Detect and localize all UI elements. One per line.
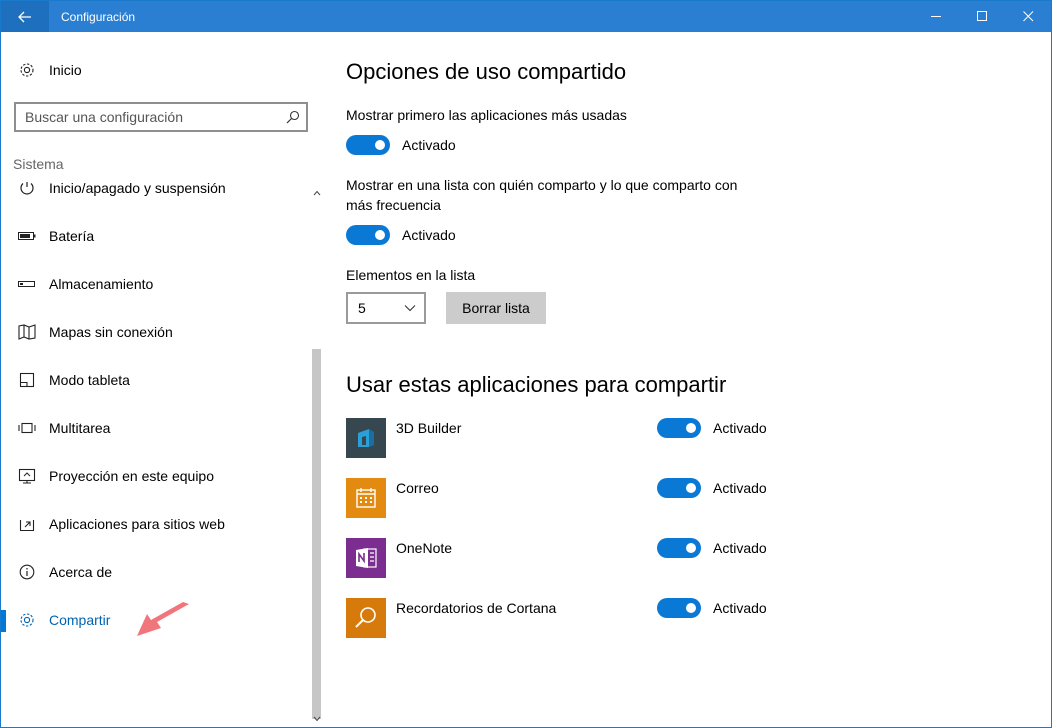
info-icon [18,563,36,581]
main-content: Opciones de uso compartido Mostrar prime… [324,32,1051,727]
multitask-icon [18,419,36,437]
toggle-knob [686,543,696,553]
sidebar-item-tablet-mode[interactable]: Modo tableta [1,360,311,400]
cortana-search-icon [355,607,376,628]
app-tile-mail [346,478,386,518]
chevron-up-icon [313,190,321,196]
app-toggle-mail[interactable] [657,478,701,498]
sidebar-nav-list: Inicio/apagado y suspensión Batería Alma… [1,182,311,727]
3d-builder-icon [358,429,374,447]
sidebar-item-label: Inicio/apagado y suspensión [49,182,226,196]
search-input[interactable] [25,109,275,125]
minimize-button[interactable] [913,1,959,32]
option1-toggle[interactable] [346,135,390,155]
sidebar-item-about[interactable]: Acerca de [1,552,311,592]
mail-calendar-icon [356,488,376,508]
close-icon [1022,11,1033,22]
sidebar-item-power[interactable]: Inicio/apagado y suspensión [1,182,311,208]
sidebar-item-label: Acerca de [49,564,113,580]
sidebar-item-storage[interactable]: Almacenamiento [1,264,311,304]
app-toggle-cortana-reminders[interactable] [657,598,701,618]
section-title-system: Sistema [13,156,64,172]
sidebar-item-battery[interactable]: Batería [1,216,311,256]
selection-indicator [1,610,6,632]
maximize-button[interactable] [959,1,1005,32]
storage-icon [18,275,36,293]
search-icon[interactable] [286,110,300,124]
toggle-knob [686,483,696,493]
sidebar-item-projection[interactable]: Proyección en este equipo [1,456,311,496]
sidebar-item-label: Mapas sin conexión [49,324,173,340]
maximize-icon [976,11,987,21]
list-items-value: 5 [358,300,366,316]
app-tile-3d-builder [346,418,386,458]
chevron-down-icon [313,716,321,722]
list-items-label: Elementos en la lista [346,267,476,283]
power-icon [18,182,36,197]
app-name-3d-builder: 3D Builder [396,420,462,436]
app-state-cortana-reminders: Activado [713,600,767,616]
option2-label-line2: más frecuencia [346,197,441,213]
onenote-icon [356,548,377,568]
app-state-3d-builder: Activado [713,420,767,436]
minimize-icon [930,16,941,17]
toggle-knob [686,423,696,433]
sidebar-item-web-apps[interactable]: Aplicaciones para sitios web [1,504,311,544]
sidebar-scrollbar[interactable] [310,32,324,727]
sidebar-item-multitasking[interactable]: Multitarea [1,408,311,448]
title-bar: Configuración [1,1,1051,32]
option1-state: Activado [402,137,456,153]
sidebar-item-label: Multitarea [49,420,111,436]
app-name-cortana-reminders: Recordatorios de Cortana [396,600,557,616]
battery-icon [18,227,36,245]
gear-icon [18,61,36,79]
app-name-onenote: OneNote [396,540,453,556]
sidebar-item-home[interactable]: Inicio [1,54,311,86]
toggle-knob [686,603,696,613]
scroll-down-button[interactable] [310,712,324,726]
scroll-thumb[interactable] [312,349,321,719]
search-box[interactable] [14,102,308,132]
sidebar-item-label: Modo tableta [49,372,130,388]
toggle-knob [375,140,385,150]
back-button[interactable] [1,1,49,32]
app-toggle-3d-builder[interactable] [657,418,701,438]
app-tile-onenote [346,538,386,578]
app-name-mail: Correo [396,480,439,496]
sidebar-item-offline-maps[interactable]: Mapas sin conexión [1,312,311,352]
app-toggle-onenote[interactable] [657,538,701,558]
gear-icon [18,611,36,629]
toggle-knob [375,230,385,240]
section-title-share-apps: Usar estas aplicaciones para compartir [346,372,727,397]
window-controls [913,1,1051,32]
sidebar-item-label: Proyección en este equipo [49,468,214,484]
section-title-sharing-options: Opciones de uso compartido [346,59,627,84]
option2-toggle[interactable] [346,225,390,245]
tablet-icon [18,371,36,389]
sidebar-item-label: Compartir [49,612,111,628]
clear-list-button[interactable]: Borrar lista [446,292,546,324]
app-state-onenote: Activado [713,540,767,556]
app-state-mail: Activado [713,480,767,496]
close-button[interactable] [1005,1,1051,32]
annotation-arrow-icon [137,602,189,636]
sidebar: Inicio Sistema Inicio/apagado y suspensi… [1,32,324,727]
window-title: Configuración [61,9,136,24]
back-arrow-icon [18,11,31,22]
web-apps-icon [18,515,36,533]
list-items-select[interactable]: 5 [346,292,426,324]
sidebar-item-label: Batería [49,228,95,244]
option1-label: Mostrar primero las aplicaciones más usa… [346,107,627,123]
app-tile-cortana-reminders [346,598,386,638]
map-icon [18,323,36,341]
sidebar-item-label: Almacenamiento [49,276,154,292]
chevron-down-icon [404,305,416,312]
option2-state: Activado [402,227,456,243]
sidebar-item-label: Aplicaciones para sitios web [49,516,225,532]
option2-label-line1: Mostrar en una lista con quién comparto … [346,177,738,193]
scroll-up-button[interactable] [310,186,324,200]
projection-icon [18,467,36,485]
settings-window: Configuración Inicio Siste [0,0,1052,728]
sidebar-home-label: Inicio [49,62,82,78]
